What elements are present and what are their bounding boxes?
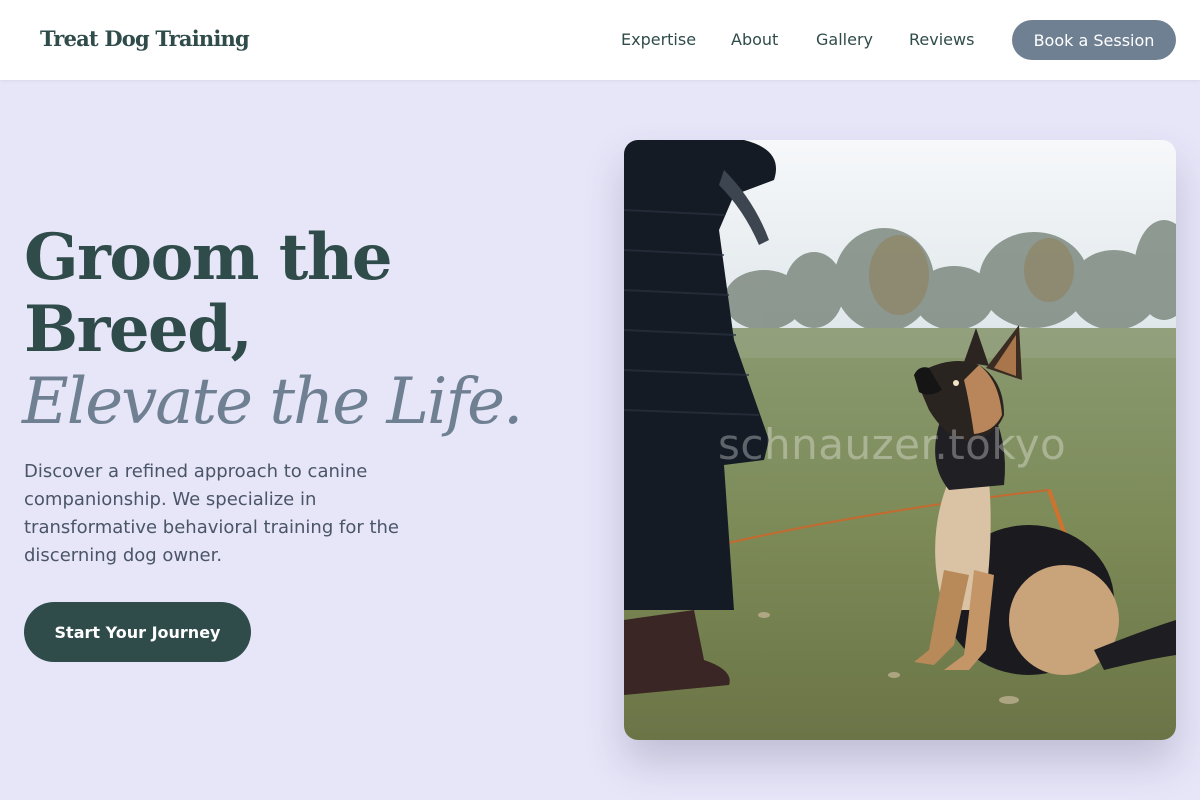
hero-headline-line1: Groom the (24, 220, 393, 295)
start-journey-button[interactable]: Start Your Journey (24, 602, 251, 662)
hero-headline: Groom the Breed, (24, 222, 584, 366)
nav-link-gallery[interactable]: Gallery (816, 30, 873, 49)
hero-description: Discover a refined approach to canine co… (24, 461, 400, 566)
hero-dog-photo: schnauzer.tokyo (624, 140, 1176, 740)
site-logo[interactable]: Treat Dog Training (40, 26, 250, 51)
nav-link-about[interactable]: About (731, 30, 778, 49)
image-watermark: schnauzer.tokyo (718, 420, 1067, 469)
nav-link-expertise[interactable]: Expertise (621, 30, 696, 49)
hero-headline-italic: Elevate the Life. (22, 365, 523, 439)
site-header: Treat Dog Training Expertise About Galle… (0, 0, 1200, 80)
hero-headline-line2: Breed, (24, 292, 253, 367)
book-session-button[interactable]: Book a Session (1012, 20, 1176, 60)
nav-link-reviews[interactable]: Reviews (909, 30, 974, 49)
